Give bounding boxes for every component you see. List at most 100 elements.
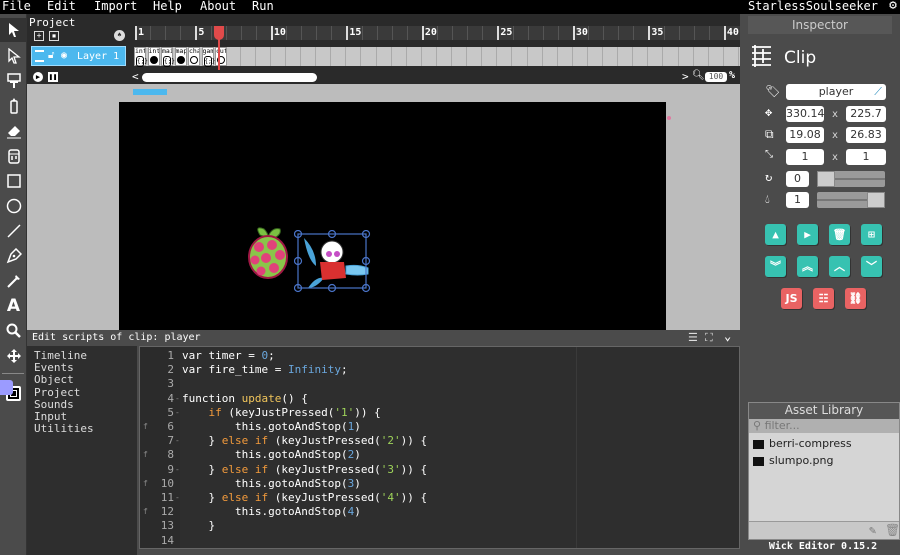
frame-cell[interactable] (437, 47, 452, 66)
pencil-icon[interactable] (0, 94, 27, 118)
frame-cell[interactable] (362, 47, 377, 66)
frame-cell[interactable] (558, 47, 573, 66)
height-input[interactable]: 26.83 (846, 127, 886, 143)
frame-cell[interactable] (513, 47, 528, 66)
menu-edit[interactable]: Edit (47, 0, 76, 13)
frame-cell[interactable] (377, 47, 392, 66)
reference-toggle-icon[interactable]: ☰ (688, 331, 698, 344)
add-layer-icon[interactable]: + (34, 31, 44, 41)
pause-icon[interactable]: ❚❚ (48, 72, 58, 82)
frame-cell[interactable] (633, 47, 649, 66)
frame-cell[interactable] (497, 47, 513, 66)
ellipse-icon[interactable] (0, 194, 27, 218)
scale-x-input[interactable]: 1 (786, 149, 824, 165)
keyframe[interactable]: chag (188, 47, 200, 66)
frame-cell[interactable] (588, 47, 603, 66)
opacity-slider[interactable] (817, 192, 885, 208)
position-y-input[interactable]: 225.7 (846, 106, 886, 122)
eyedropper-icon[interactable] (0, 269, 27, 293)
frame-cell[interactable] (482, 47, 498, 66)
frame-cell[interactable] (452, 47, 468, 66)
lock-icon[interactable]: 🔓︎ (48, 50, 54, 61)
send-to-back-button[interactable]: ︾ (765, 256, 786, 277)
edit-js-button[interactable]: JS (781, 288, 802, 309)
pen-icon[interactable] (0, 244, 27, 268)
pan-icon[interactable] (0, 344, 27, 368)
eye-icon[interactable]: ◉ (61, 50, 67, 61)
frame-cell[interactable] (528, 47, 543, 66)
eraser-icon[interactable] (0, 119, 27, 143)
cursor-icon[interactable] (0, 18, 27, 42)
code-line[interactable]: this.gotoAndStop(3) (182, 477, 361, 490)
delete-button[interactable]: 🗑︎ (829, 224, 850, 245)
duplicate-button[interactable]: ⊞ (861, 224, 882, 245)
opacity-slider-thumb[interactable] (867, 192, 885, 208)
nav-utilities[interactable]: Utilities (34, 423, 130, 435)
player-clip-sprite[interactable] (294, 230, 374, 296)
object-name-input[interactable]: player ⟋ (786, 84, 886, 100)
rename-asset-icon[interactable]: ✎ (869, 523, 876, 537)
keyframe[interactable]: game{;} (201, 47, 215, 67)
fill-bucket-icon[interactable] (0, 144, 27, 168)
layer-drag-handle-icon[interactable] (35, 50, 44, 62)
code-line[interactable]: this.gotoAndStop(2) (182, 448, 361, 461)
flip-vertical-button[interactable]: ▶ (797, 224, 818, 245)
fold-toggle-icon[interactable]: - (175, 465, 180, 474)
keyframe[interactable]: intr{;} (134, 47, 148, 67)
menu-about[interactable]: About (200, 0, 236, 13)
text-icon[interactable]: A (0, 294, 27, 318)
frame-cell[interactable] (346, 47, 362, 66)
menu-import[interactable]: Import (94, 0, 137, 13)
delete-layer-icon[interactable]: ▪ (49, 31, 59, 41)
position-x-input[interactable]: 330.14 (786, 106, 825, 122)
move-backward-button[interactable]: ﹀ (861, 256, 882, 277)
break-apart-button[interactable]: ⛓︎ (845, 288, 866, 309)
onion-skin-icon[interactable]: ♠ (114, 30, 125, 41)
nav-project[interactable]: Project (34, 386, 130, 399)
scroll-right-icon[interactable]: > (682, 70, 689, 83)
username[interactable]: StarlessSoulseeker (748, 0, 878, 13)
keyframe[interactable]: map (174, 47, 187, 66)
frame-cell[interactable] (603, 47, 619, 66)
edit-name-icon[interactable]: ⟋ (874, 84, 882, 100)
rectangle-icon[interactable] (0, 169, 27, 193)
code-line[interactable]: this.gotoAndStop(1) (182, 420, 361, 433)
canvas[interactable] (119, 102, 666, 330)
frame-cell[interactable] (286, 47, 301, 66)
edit-timeline-button[interactable]: ☷ (813, 288, 834, 309)
rotation-slider[interactable] (817, 171, 885, 187)
code-line[interactable]: } else if (keyJustPressed('2')) { (182, 434, 427, 447)
layer-row[interactable]: 🔓︎ ◉ Layer 1 (31, 46, 126, 66)
scroll-left-icon[interactable]: < (132, 70, 139, 83)
move-forward-button[interactable]: ︿ (829, 256, 850, 277)
scale-y-input[interactable]: 1 (846, 149, 886, 165)
frame-cell[interactable] (694, 47, 709, 66)
frame-cell[interactable] (724, 47, 739, 66)
frame-cell[interactable] (618, 47, 634, 66)
keyframe[interactable]: intr (147, 47, 160, 66)
line-icon[interactable] (0, 219, 27, 243)
frame-cell[interactable] (543, 47, 558, 66)
code-line[interactable]: this.gotoAndStop(4) (182, 505, 361, 518)
frame-cell[interactable] (407, 47, 422, 66)
nav-object[interactable]: Object (34, 374, 130, 386)
frame-cell[interactable] (256, 47, 271, 66)
frame-cell[interactable] (664, 47, 679, 66)
collapse-chevron-icon[interactable]: ⌄ (724, 329, 731, 343)
layer-name[interactable]: Layer 1 (77, 51, 119, 62)
fold-toggle-icon[interactable]: - (175, 408, 180, 417)
play-icon[interactable]: ▶ (33, 72, 43, 82)
code-line[interactable]: var timer = 0; (182, 349, 275, 362)
frame-cell[interactable] (301, 47, 317, 66)
width-input[interactable]: 19.08 (786, 127, 824, 143)
code-editor[interactable]: 1 var timer = 0; 2 var fire_time = Infinity… (139, 346, 740, 549)
bring-to-front-button[interactable]: ︽ (797, 256, 818, 277)
code-line[interactable]: } else if (keyJustPressed('4')) { (182, 491, 427, 504)
frame-cell[interactable] (316, 47, 332, 66)
rotation-slider-thumb[interactable] (817, 171, 835, 187)
brush-icon[interactable] (0, 69, 27, 93)
frame-cell[interactable] (679, 47, 694, 66)
timeline-zoom-input[interactable]: 100 (705, 72, 727, 82)
frame-cell[interactable] (392, 47, 407, 66)
frame-cell[interactable] (241, 47, 256, 66)
